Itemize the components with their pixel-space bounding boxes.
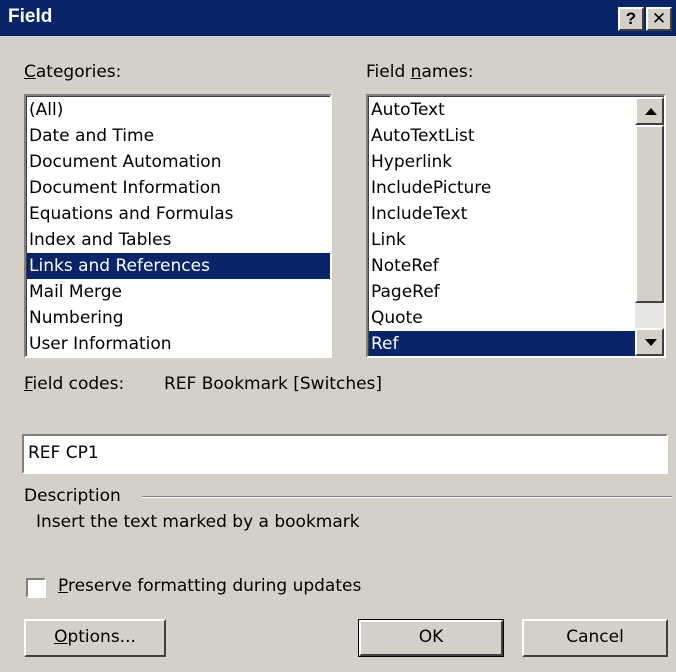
categories-label: Categories: xyxy=(24,62,122,82)
categories-listbox[interactable]: (All) Date and Time Document Automation Doc… xyxy=(24,94,332,358)
preserve-formatting-checkbox[interactable] xyxy=(26,578,46,598)
category-item[interactable]: (All) xyxy=(27,97,330,123)
arrow-up-icon xyxy=(645,108,657,115)
category-item[interactable]: Links and References xyxy=(27,253,330,279)
field-codes-syntax: REF Bookmark [Switches] xyxy=(164,374,383,394)
category-item[interactable]: Document Information xyxy=(27,175,330,201)
field-name-item[interactable]: Link xyxy=(369,227,635,253)
field-name-item[interactable]: IncludePicture xyxy=(369,175,635,201)
category-item[interactable]: Document Automation xyxy=(27,149,330,175)
field-dialog: Field ? ✕ Categories: Field names: (All)… xyxy=(0,0,676,672)
description-divider xyxy=(142,496,672,498)
field-name-item[interactable]: PageRef xyxy=(369,279,635,305)
field-names-listbox[interactable]: AutoText AutoTextList Hyperlink IncludePict… xyxy=(366,94,666,358)
title-bar[interactable]: Field ? ✕ xyxy=(0,0,676,36)
field-names-label: Field names: xyxy=(366,62,474,82)
field-name-item[interactable]: Quote xyxy=(369,305,635,331)
category-item[interactable]: Mail Merge xyxy=(27,279,330,305)
field-name-item[interactable]: Ref xyxy=(369,331,635,356)
category-item[interactable]: Date and Time xyxy=(27,123,330,149)
category-item[interactable]: Numbering xyxy=(27,305,330,331)
close-icon: ✕ xyxy=(651,9,667,28)
close-button[interactable]: ✕ xyxy=(646,7,672,31)
field-name-item[interactable]: AutoTextList xyxy=(369,123,635,149)
field-name-item[interactable]: AutoText xyxy=(369,97,635,123)
field-codes-input[interactable]: REF CP1 xyxy=(22,434,668,474)
field-name-item[interactable]: IncludeText xyxy=(369,201,635,227)
options-button[interactable]: Options... xyxy=(24,619,166,657)
scroll-down-button[interactable] xyxy=(635,328,664,356)
field-name-item[interactable]: Hyperlink xyxy=(369,149,635,175)
arrow-down-icon xyxy=(645,339,657,346)
cancel-button[interactable]: Cancel xyxy=(522,619,668,657)
field-name-item[interactable]: NoteRef xyxy=(369,253,635,279)
scroll-thumb[interactable] xyxy=(635,125,664,303)
field-names-scrollbar[interactable] xyxy=(635,97,664,356)
scroll-up-button[interactable] xyxy=(635,97,664,125)
ok-button[interactable]: OK xyxy=(358,619,504,657)
help-button[interactable]: ? xyxy=(618,7,644,31)
dialog-title: Field xyxy=(8,6,53,27)
description-heading: Description xyxy=(24,486,121,506)
category-item[interactable]: Index and Tables xyxy=(27,227,330,253)
category-item[interactable]: User Information xyxy=(27,331,330,356)
field-codes-label: Field codes: xyxy=(24,374,125,394)
preserve-formatting-label[interactable]: Preserve formatting during updates xyxy=(58,576,361,596)
description-text: Insert the text marked by a bookmark xyxy=(36,512,360,532)
category-item[interactable]: Equations and Formulas xyxy=(27,201,330,227)
